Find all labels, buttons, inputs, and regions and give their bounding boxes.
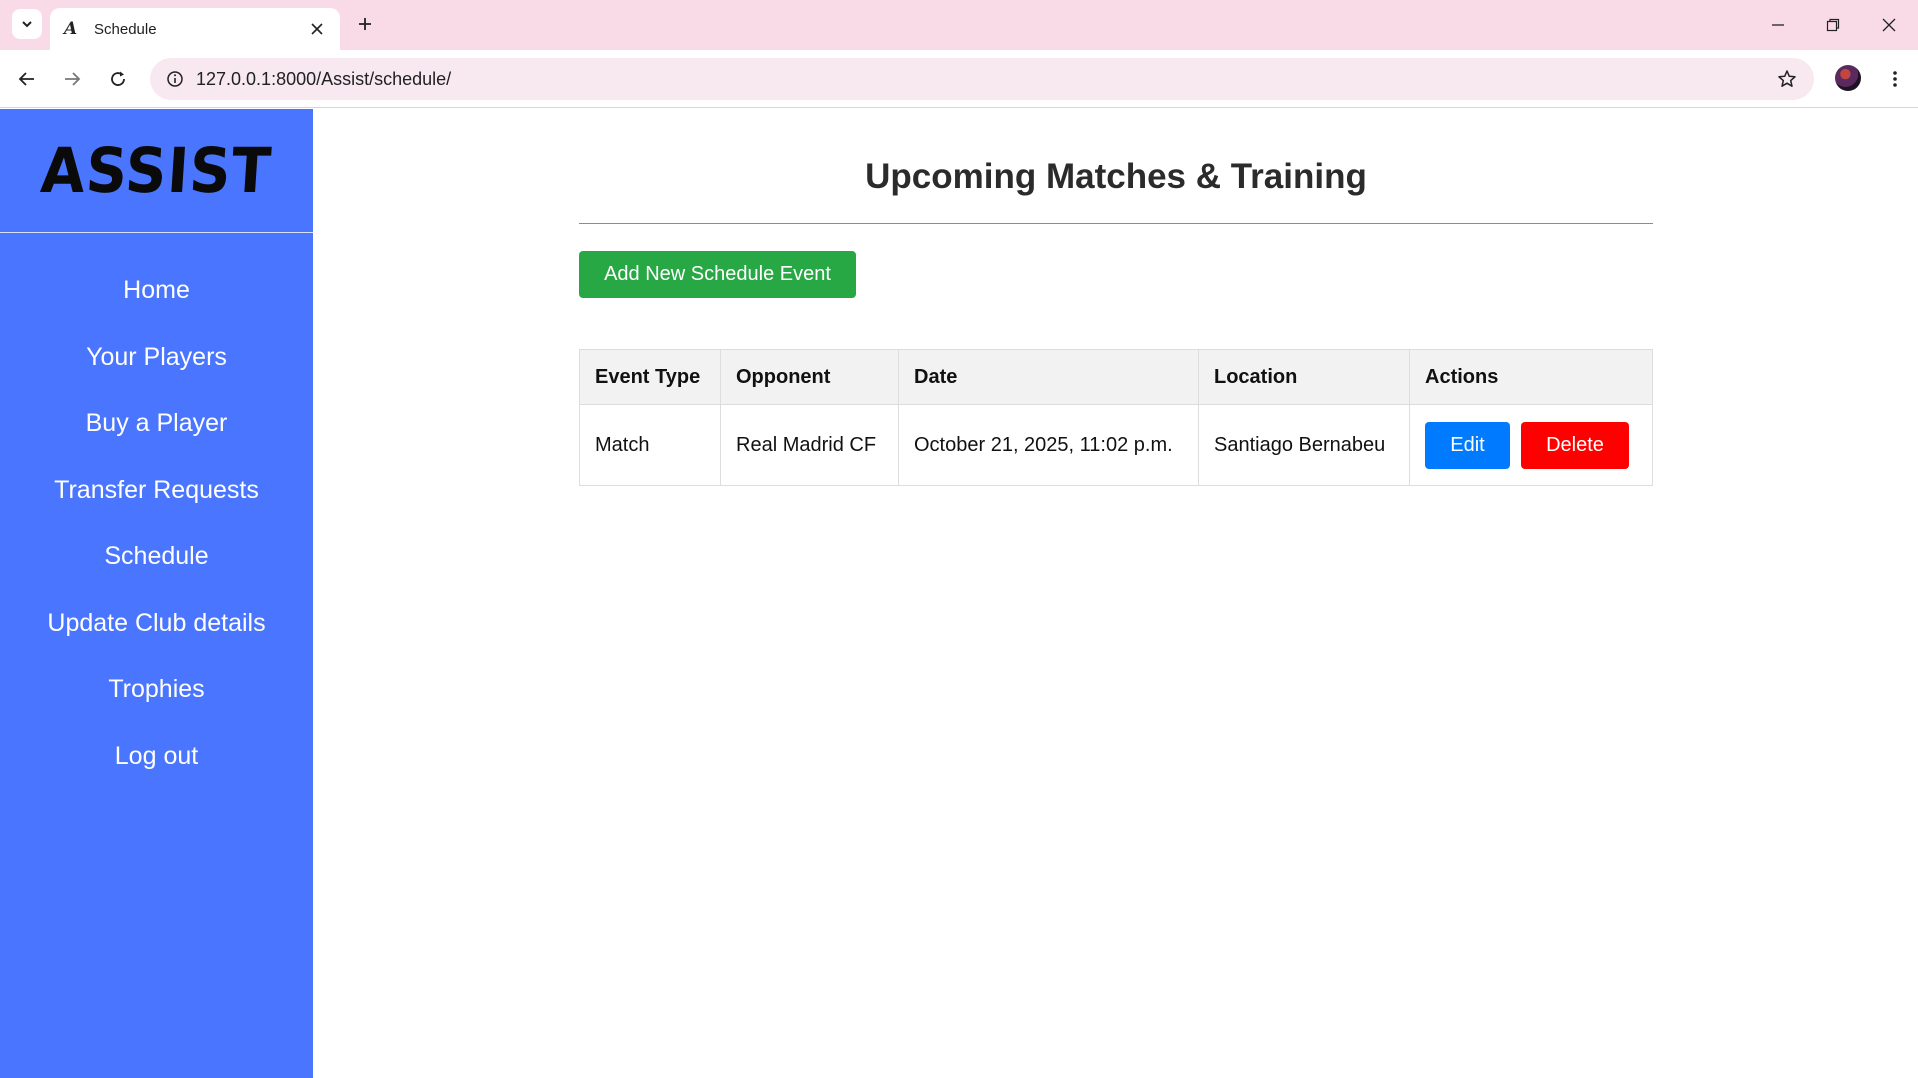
table-row: Match Real Madrid CF October 21, 2025, 1…: [579, 404, 1653, 486]
column-header-event-type: Event Type: [579, 349, 721, 405]
column-header-actions: Actions: [1409, 349, 1653, 405]
cell-event-type: Match: [579, 404, 721, 486]
bookmark-button[interactable]: [1772, 64, 1802, 94]
arrow-right-icon: [65, 72, 81, 86]
forward-button[interactable]: [57, 64, 87, 94]
cell-actions: Edit Delete: [1409, 404, 1653, 486]
reload-button[interactable]: [103, 64, 133, 94]
sidebar-item-transfer-requests[interactable]: Transfer Requests: [0, 457, 313, 524]
main-content: Upcoming Matches & Training Add New Sche…: [313, 109, 1918, 1078]
assist-logo[interactable]: ASSIST: [39, 134, 274, 207]
edit-button[interactable]: Edit: [1425, 421, 1510, 469]
column-header-date: Date: [898, 349, 1199, 405]
cell-location: Santiago Bernabeu: [1198, 404, 1410, 486]
delete-button[interactable]: Delete: [1521, 421, 1629, 469]
restore-icon: [1826, 18, 1840, 32]
back-button[interactable]: [12, 64, 42, 94]
star-icon: [1778, 70, 1796, 87]
cell-opponent: Real Madrid CF: [720, 404, 899, 486]
close-window-button[interactable]: [1874, 10, 1904, 40]
browser-menu-button[interactable]: [1880, 64, 1910, 94]
sidebar-item-schedule[interactable]: Schedule: [0, 523, 313, 590]
table-header-row: Event Type Opponent Date Location Action…: [579, 349, 1653, 405]
tab-favicon-icon: A: [64, 19, 78, 39]
sidebar-item-buy-a-player[interactable]: Buy a Player: [0, 390, 313, 457]
tab-search-button[interactable]: [12, 9, 42, 39]
info-icon: [167, 71, 183, 87]
sidebar-item-home[interactable]: Home: [0, 257, 313, 324]
sidebar-item-your-players[interactable]: Your Players: [0, 324, 313, 391]
minimize-button[interactable]: [1763, 10, 1793, 40]
site-info-button[interactable]: [160, 64, 190, 94]
cell-date: October 21, 2025, 11:02 p.m.: [898, 404, 1199, 486]
close-icon: [311, 23, 323, 35]
sidebar-item-update-club-details[interactable]: Update Club details: [0, 590, 313, 657]
sidebar-item-trophies[interactable]: Trophies: [0, 656, 313, 723]
restore-button[interactable]: [1818, 10, 1848, 40]
browser-tab-strip: A Schedule: [0, 0, 1918, 50]
column-header-opponent: Opponent: [720, 349, 899, 405]
chevron-down-icon: [22, 21, 32, 28]
column-header-location: Location: [1198, 349, 1410, 405]
title-divider: [579, 223, 1653, 224]
plus-icon: [359, 18, 371, 30]
logo-area: ASSIST: [0, 109, 313, 233]
url-text: 127.0.0.1:8000/Assist/schedule/: [196, 69, 452, 89]
tab-close-button[interactable]: [304, 16, 330, 42]
schedule-table: Event Type Opponent Date Location Action…: [579, 349, 1653, 486]
more-vert-icon: [1893, 71, 1897, 87]
tab-title: Schedule: [94, 20, 157, 38]
new-tab-button[interactable]: [351, 10, 379, 38]
sidebar: ASSIST Home Your Players Buy a Player Tr…: [0, 109, 313, 1078]
sidebar-nav: Home Your Players Buy a Player Transfer …: [0, 233, 313, 789]
browser-toolbar: 127.0.0.1:8000/Assist/schedule/: [0, 50, 1918, 108]
page-title: Upcoming Matches & Training: [865, 157, 1367, 196]
close-icon: [1882, 18, 1896, 32]
add-schedule-event-button[interactable]: Add New Schedule Event: [579, 251, 856, 298]
arrow-left-icon: [18, 72, 34, 86]
active-tab[interactable]: A Schedule: [50, 8, 340, 50]
profile-avatar[interactable]: [1835, 65, 1861, 91]
reload-icon: [111, 71, 125, 86]
address-bar[interactable]: 127.0.0.1:8000/Assist/schedule/: [150, 58, 1814, 100]
minimize-icon: [1772, 24, 1784, 26]
sidebar-item-log-out[interactable]: Log out: [0, 723, 313, 790]
